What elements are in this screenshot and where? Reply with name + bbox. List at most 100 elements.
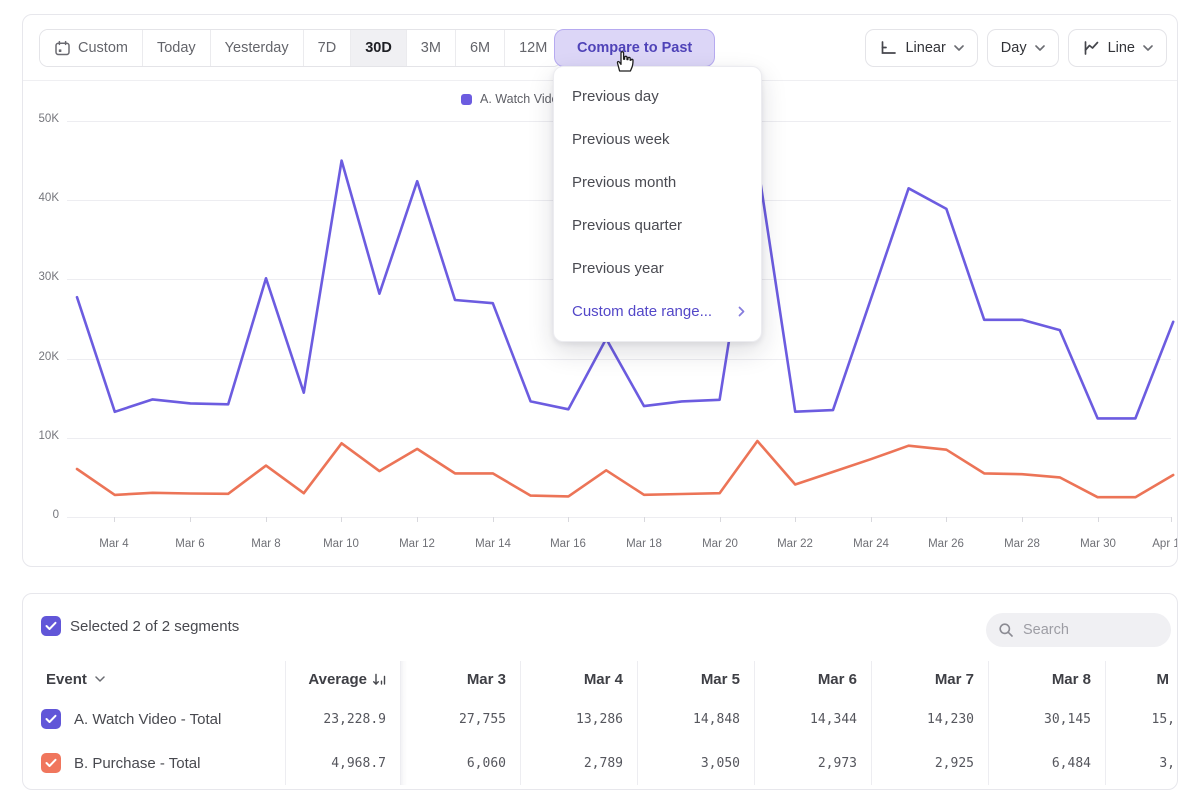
legend-item-watch-video[interactable]: A. Watch Video bbox=[461, 92, 565, 106]
cell-value-truncated: 15, bbox=[1106, 697, 1178, 741]
date-range-3m-button[interactable]: 3M bbox=[407, 30, 456, 66]
interval-select[interactable]: Day bbox=[987, 29, 1059, 67]
date-range-custom-button[interactable]: Custom bbox=[40, 30, 143, 66]
line-chart-icon bbox=[1082, 40, 1100, 56]
submenu-chevron-icon bbox=[738, 306, 745, 317]
table-header-date[interactable]: Mar 7 bbox=[872, 661, 989, 697]
menu-item-previous-month[interactable]: Previous month bbox=[554, 161, 761, 204]
cell-value: 6,060 bbox=[401, 741, 521, 785]
cell-value: 14,848 bbox=[638, 697, 755, 741]
segments-selected-label: Selected 2 of 2 segments bbox=[70, 618, 239, 635]
chevron-down-icon bbox=[95, 676, 105, 682]
cell-value-truncated: 3, bbox=[1106, 741, 1178, 785]
y-axis-label: 40K bbox=[23, 192, 59, 204]
menu-item-previous-day[interactable]: Previous day bbox=[554, 75, 761, 118]
cell-value: 4,968.7 bbox=[286, 741, 401, 785]
search-box bbox=[986, 613, 1171, 647]
table-row-watch-video[interactable]: A. Watch Video - Total bbox=[23, 697, 286, 741]
chart-type-select[interactable]: Line bbox=[1068, 29, 1167, 67]
calendar-icon bbox=[54, 40, 71, 57]
compare-to-past-button[interactable]: Compare to Past bbox=[554, 29, 715, 67]
date-range-12m-button[interactable]: 12M bbox=[505, 30, 561, 66]
x-axis-label: Mar 18 bbox=[626, 538, 662, 550]
date-range-7d-button[interactable]: 7D bbox=[304, 30, 352, 66]
table-header-date[interactable]: Mar 5 bbox=[638, 661, 755, 697]
cell-value: 2,973 bbox=[755, 741, 872, 785]
table-header-date-truncated[interactable]: M bbox=[1106, 661, 1178, 697]
check-icon bbox=[45, 758, 57, 768]
range-label: Custom bbox=[78, 40, 128, 56]
y-axis-label: 30K bbox=[23, 271, 59, 283]
x-axis-label: Mar 12 bbox=[399, 538, 435, 550]
x-tick bbox=[114, 517, 115, 522]
cell-value: 13,286 bbox=[521, 697, 638, 741]
date-range-30d-button[interactable]: 30D bbox=[351, 30, 407, 66]
x-tick bbox=[417, 517, 418, 522]
gridline bbox=[67, 517, 1171, 518]
gridline bbox=[67, 438, 1171, 439]
date-range-group: Custom Today Yesterday 7D 30D 3M 6M 12M bbox=[39, 29, 562, 67]
legend-swatch bbox=[461, 94, 472, 105]
menu-item-previous-quarter[interactable]: Previous quarter bbox=[554, 204, 761, 247]
analytics-dashboard: Custom Today Yesterday 7D 30D 3M 6M 12M … bbox=[0, 0, 1200, 802]
search-icon bbox=[998, 622, 1014, 638]
cell-value: 23,228.9 bbox=[286, 697, 401, 741]
y-axis-label: 0 bbox=[23, 509, 59, 521]
y-axis-label: 50K bbox=[23, 113, 59, 125]
search-input[interactable] bbox=[1023, 622, 1153, 638]
row-checkbox[interactable] bbox=[41, 753, 61, 773]
menu-item-previous-week[interactable]: Previous week bbox=[554, 118, 761, 161]
table-header-average[interactable]: Average bbox=[286, 661, 401, 697]
x-tick bbox=[795, 517, 796, 522]
scale-select[interactable]: Linear bbox=[865, 29, 977, 67]
x-axis-label: Mar 14 bbox=[475, 538, 511, 550]
date-range-yesterday-button[interactable]: Yesterday bbox=[211, 30, 304, 66]
event-name: B. Purchase - Total bbox=[74, 755, 200, 772]
segments-header-row: Selected 2 of 2 segments bbox=[23, 594, 1177, 649]
cell-value: 2,925 bbox=[872, 741, 989, 785]
segments-select-all-checkbox[interactable] bbox=[41, 616, 61, 636]
table-header-date[interactable]: Mar 8 bbox=[989, 661, 1106, 697]
compare-menu: Previous day Previous week Previous mont… bbox=[553, 66, 762, 342]
chart-controls: Linear Day Line bbox=[865, 29, 1167, 67]
x-tick bbox=[1098, 517, 1099, 522]
table-header-date[interactable]: Mar 3 bbox=[401, 661, 521, 697]
menu-item-custom-date-range[interactable]: Custom date range... bbox=[554, 290, 761, 333]
menu-item-previous-year[interactable]: Previous year bbox=[554, 247, 761, 290]
x-axis-label: Apr 1 bbox=[1152, 538, 1178, 550]
x-tick bbox=[341, 517, 342, 522]
row-checkbox[interactable] bbox=[41, 709, 61, 729]
table-header-date[interactable]: Mar 6 bbox=[755, 661, 872, 697]
y-axis-label: 20K bbox=[23, 351, 59, 363]
x-axis-label: Mar 22 bbox=[777, 538, 813, 550]
cell-value: 2,789 bbox=[521, 741, 638, 785]
x-axis-label: Mar 30 bbox=[1080, 538, 1116, 550]
event-name: A. Watch Video - Total bbox=[74, 711, 221, 728]
cell-value: 14,230 bbox=[872, 697, 989, 741]
table-header-date[interactable]: Mar 4 bbox=[521, 661, 638, 697]
sort-descending-icon bbox=[372, 673, 386, 686]
gridline bbox=[67, 359, 1171, 360]
x-tick bbox=[1022, 517, 1023, 522]
x-tick bbox=[190, 517, 191, 522]
cell-value: 3,050 bbox=[638, 741, 755, 785]
cell-value: 27,755 bbox=[401, 697, 521, 741]
date-range-today-button[interactable]: Today bbox=[143, 30, 211, 66]
x-tick bbox=[871, 517, 872, 522]
date-range-6m-button[interactable]: 6M bbox=[456, 30, 505, 66]
table-header-event[interactable]: Event bbox=[23, 661, 286, 697]
x-axis-label: Mar 24 bbox=[853, 538, 889, 550]
table-row-purchase[interactable]: B. Purchase - Total bbox=[23, 741, 286, 785]
x-axis-label: Mar 28 bbox=[1004, 538, 1040, 550]
x-axis-label: Mar 10 bbox=[323, 538, 359, 550]
x-axis-label: Mar 6 bbox=[175, 538, 204, 550]
x-axis-label: Mar 16 bbox=[550, 538, 586, 550]
x-axis-label: Mar 8 bbox=[251, 538, 280, 550]
x-axis-label: Mar 26 bbox=[928, 538, 964, 550]
x-tick bbox=[1171, 517, 1172, 522]
chevron-down-icon bbox=[954, 45, 964, 51]
chevron-down-icon bbox=[1035, 45, 1045, 51]
cell-value: 14,344 bbox=[755, 697, 872, 741]
segments-panel: Selected 2 of 2 segments Event Average bbox=[22, 593, 1178, 790]
check-icon bbox=[45, 621, 57, 631]
